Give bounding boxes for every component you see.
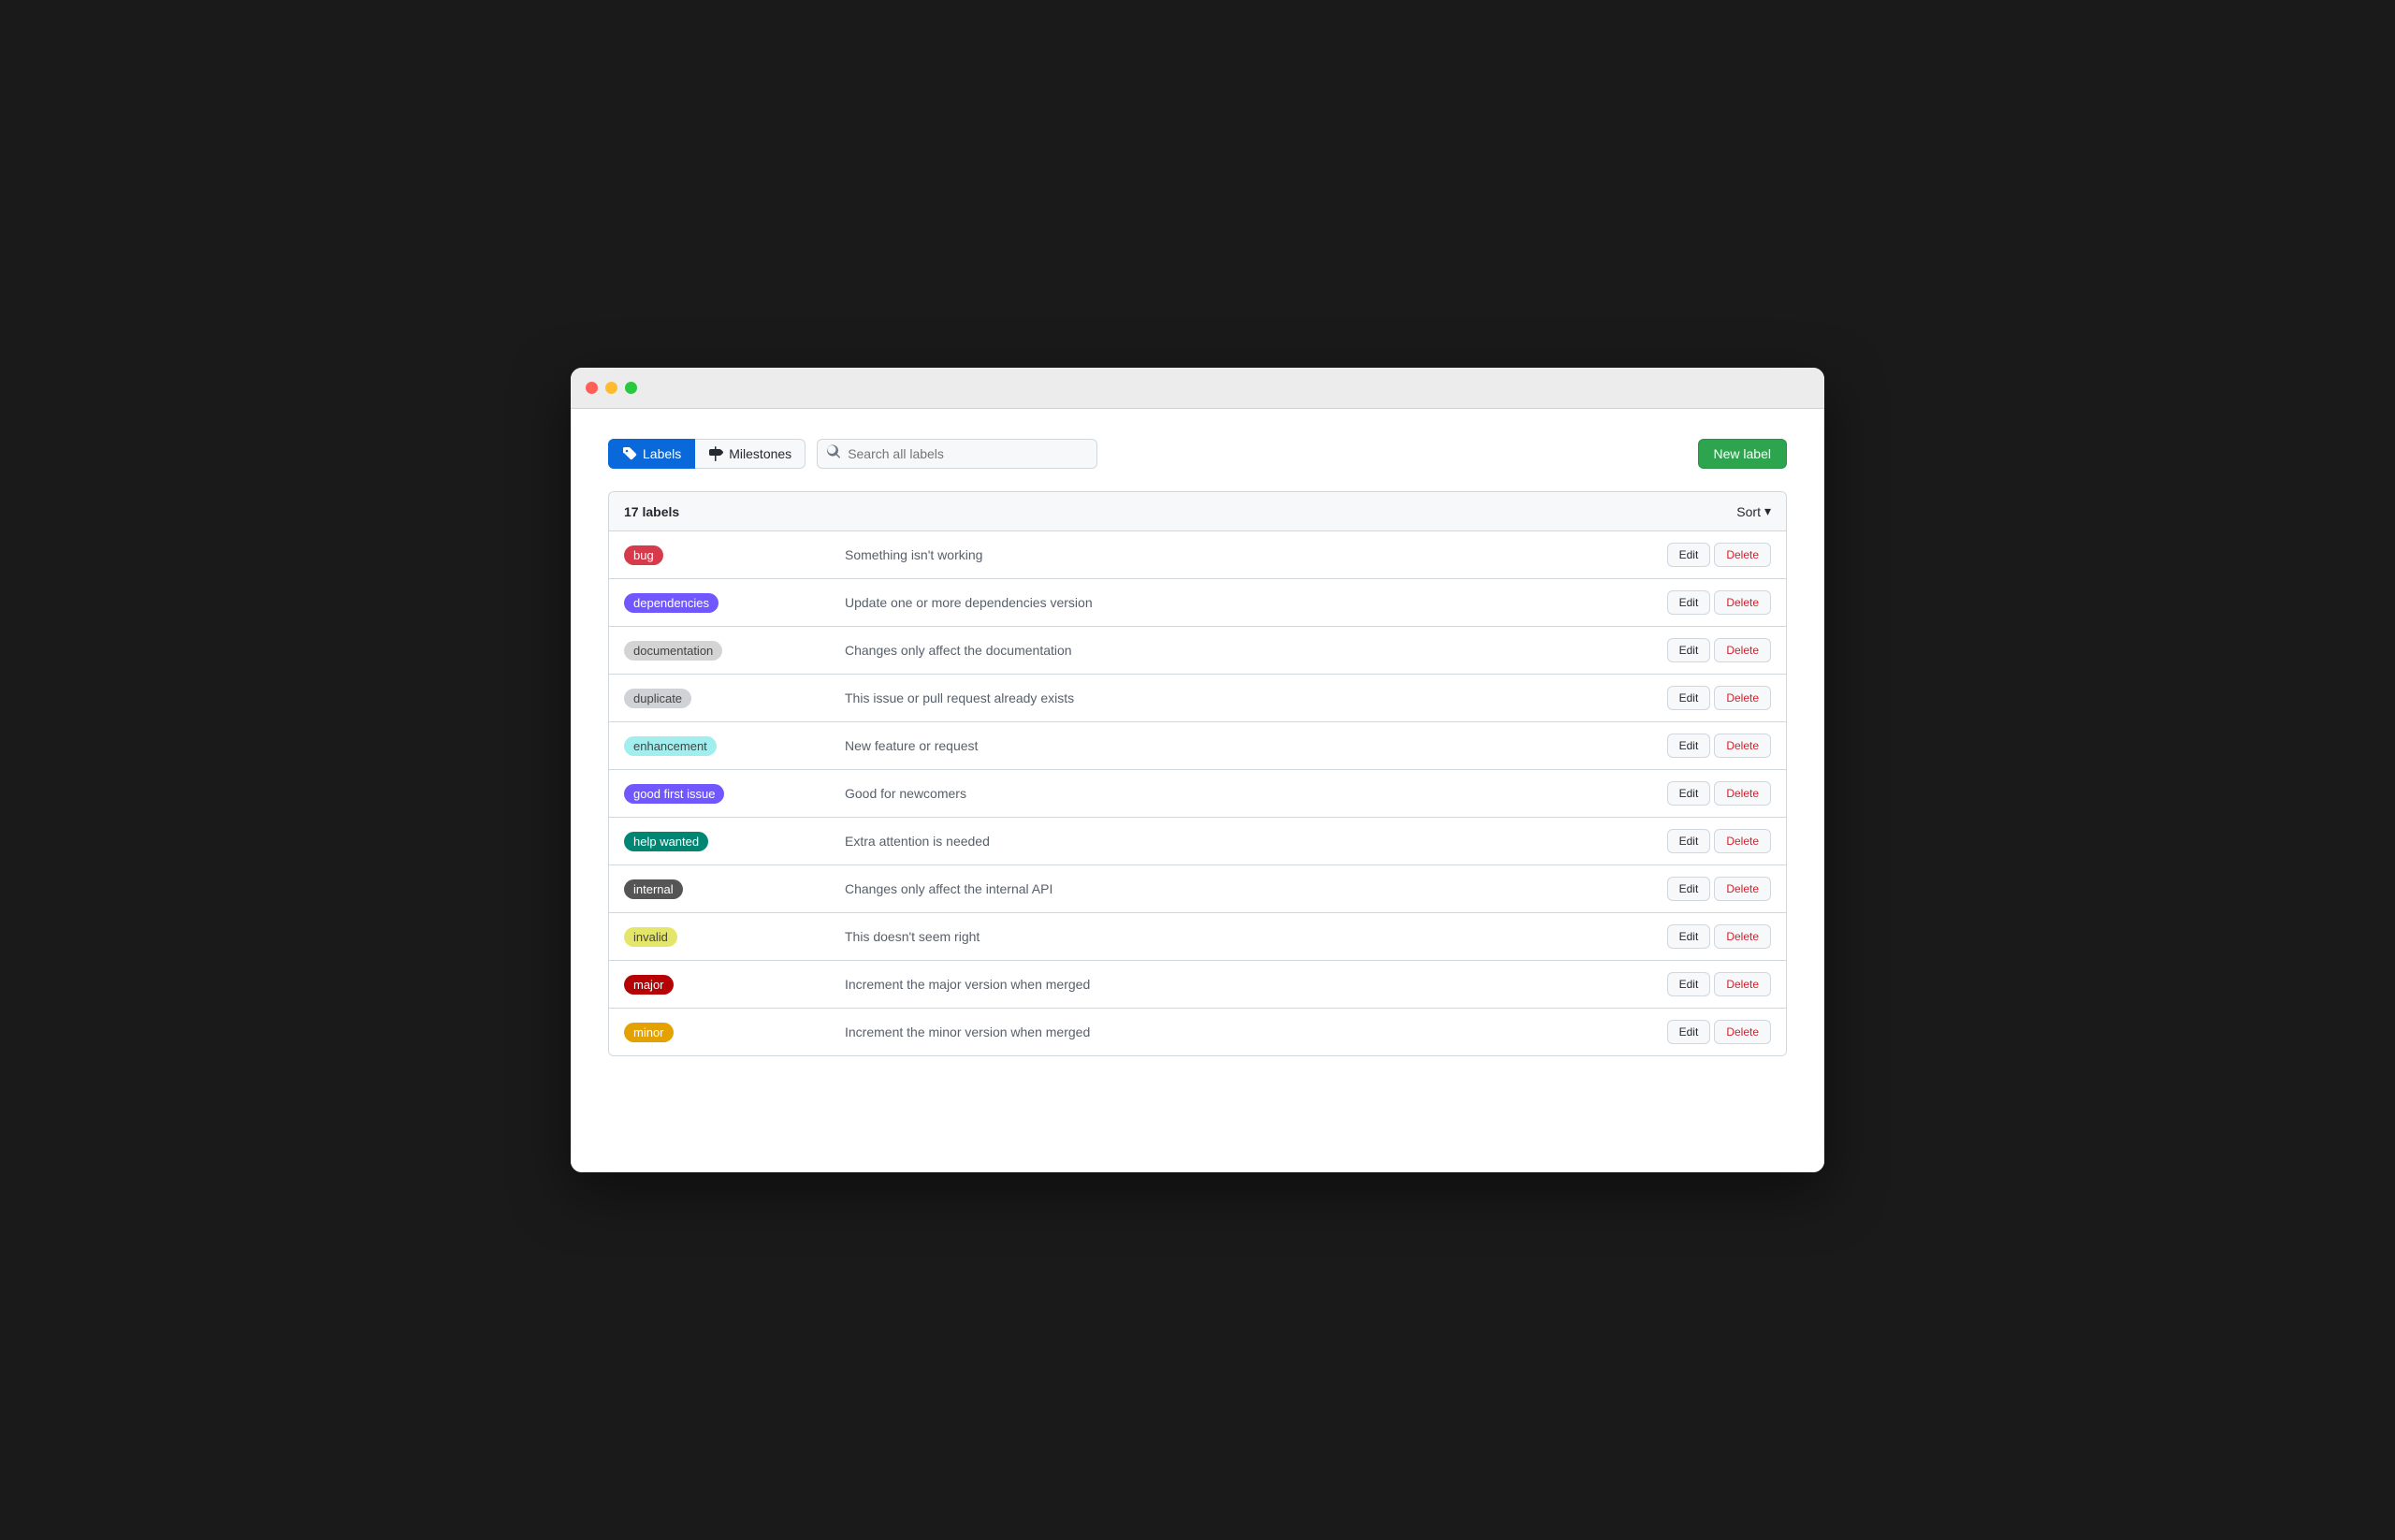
label-description: Extra attention is needed bbox=[830, 834, 1667, 849]
label-cell: enhancement bbox=[624, 736, 830, 756]
delete-button[interactable]: Delete bbox=[1714, 829, 1771, 853]
delete-button[interactable]: Delete bbox=[1714, 781, 1771, 806]
close-button[interactable] bbox=[586, 382, 598, 394]
label-cell: internal bbox=[624, 879, 830, 899]
label-description: Something isn't working bbox=[830, 547, 1667, 562]
search-wrapper bbox=[817, 439, 1097, 469]
label-row: major Increment the major version when m… bbox=[609, 961, 1786, 1009]
label-badge: dependencies bbox=[624, 593, 718, 613]
label-badge: major bbox=[624, 975, 674, 995]
sort-arrow-icon: ▾ bbox=[1764, 503, 1771, 519]
delete-button[interactable]: Delete bbox=[1714, 638, 1771, 662]
label-actions: Edit Delete bbox=[1667, 590, 1771, 615]
label-cell: dependencies bbox=[624, 593, 830, 613]
label-actions: Edit Delete bbox=[1667, 638, 1771, 662]
delete-button[interactable]: Delete bbox=[1714, 924, 1771, 949]
label-badge: duplicate bbox=[624, 689, 691, 708]
label-description: This issue or pull request already exist… bbox=[830, 690, 1667, 705]
label-cell: good first issue bbox=[624, 784, 830, 804]
label-actions: Edit Delete bbox=[1667, 781, 1771, 806]
labels-table: 17 labels Sort ▾ bug Something isn't wor… bbox=[608, 491, 1787, 1056]
titlebar bbox=[571, 368, 1824, 409]
label-row: duplicate This issue or pull request alr… bbox=[609, 675, 1786, 722]
delete-button[interactable]: Delete bbox=[1714, 734, 1771, 758]
toolbar: Labels Milestones New label bbox=[608, 439, 1787, 469]
edit-button[interactable]: Edit bbox=[1667, 734, 1711, 758]
label-actions: Edit Delete bbox=[1667, 734, 1771, 758]
label-row: documentation Changes only affect the do… bbox=[609, 627, 1786, 675]
maximize-button[interactable] bbox=[625, 382, 637, 394]
label-actions: Edit Delete bbox=[1667, 1020, 1771, 1044]
label-row: invalid This doesn't seem right Edit Del… bbox=[609, 913, 1786, 961]
milestones-tab-button[interactable]: Milestones bbox=[695, 439, 806, 469]
label-badge: help wanted bbox=[624, 832, 708, 851]
label-badge: enhancement bbox=[624, 736, 717, 756]
milestones-tab-label: Milestones bbox=[729, 446, 791, 461]
label-actions: Edit Delete bbox=[1667, 543, 1771, 567]
search-input[interactable] bbox=[817, 439, 1097, 469]
labels-count: 17 labels bbox=[624, 504, 679, 519]
label-actions: Edit Delete bbox=[1667, 829, 1771, 853]
label-badge: minor bbox=[624, 1023, 674, 1042]
delete-button[interactable]: Delete bbox=[1714, 877, 1771, 901]
label-actions: Edit Delete bbox=[1667, 972, 1771, 996]
label-badge: good first issue bbox=[624, 784, 724, 804]
edit-button[interactable]: Edit bbox=[1667, 590, 1711, 615]
label-actions: Edit Delete bbox=[1667, 686, 1771, 710]
label-cell: invalid bbox=[624, 927, 830, 947]
label-row: dependencies Update one or more dependen… bbox=[609, 579, 1786, 627]
label-description: New feature or request bbox=[830, 738, 1667, 753]
label-description: Increment the minor version when merged bbox=[830, 1024, 1667, 1039]
new-label-button[interactable]: New label bbox=[1698, 439, 1787, 469]
label-badge: invalid bbox=[624, 927, 677, 947]
label-cell: help wanted bbox=[624, 832, 830, 851]
edit-button[interactable]: Edit bbox=[1667, 1020, 1711, 1044]
labels-table-header: 17 labels Sort ▾ bbox=[609, 492, 1786, 531]
label-description: Update one or more dependencies version bbox=[830, 595, 1667, 610]
label-cell: minor bbox=[624, 1023, 830, 1042]
main-window: Labels Milestones New label bbox=[571, 368, 1824, 1172]
label-description: This doesn't seem right bbox=[830, 929, 1667, 944]
label-cell: bug bbox=[624, 545, 830, 565]
main-content: Labels Milestones New label bbox=[571, 409, 1824, 1172]
label-row: minor Increment the minor version when m… bbox=[609, 1009, 1786, 1055]
label-cell: major bbox=[624, 975, 830, 995]
label-row: help wanted Extra attention is needed Ed… bbox=[609, 818, 1786, 865]
milestones-icon bbox=[708, 446, 723, 461]
edit-button[interactable]: Edit bbox=[1667, 972, 1711, 996]
label-description: Changes only affect the documentation bbox=[830, 643, 1667, 658]
label-badge: internal bbox=[624, 879, 683, 899]
delete-button[interactable]: Delete bbox=[1714, 972, 1771, 996]
labels-tab-button[interactable]: Labels bbox=[608, 439, 695, 469]
label-row: enhancement New feature or request Edit … bbox=[609, 722, 1786, 770]
labels-tab-label: Labels bbox=[643, 446, 681, 461]
edit-button[interactable]: Edit bbox=[1667, 781, 1711, 806]
delete-button[interactable]: Delete bbox=[1714, 590, 1771, 615]
label-actions: Edit Delete bbox=[1667, 877, 1771, 901]
labels-tab-icon bbox=[622, 446, 637, 461]
edit-button[interactable]: Edit bbox=[1667, 924, 1711, 949]
label-cell: documentation bbox=[624, 641, 830, 661]
delete-button[interactable]: Delete bbox=[1714, 1020, 1771, 1044]
sort-button[interactable]: Sort ▾ bbox=[1736, 503, 1771, 519]
delete-button[interactable]: Delete bbox=[1714, 543, 1771, 567]
edit-button[interactable]: Edit bbox=[1667, 543, 1711, 567]
edit-button[interactable]: Edit bbox=[1667, 877, 1711, 901]
edit-button[interactable]: Edit bbox=[1667, 829, 1711, 853]
label-row: bug Something isn't working Edit Delete bbox=[609, 531, 1786, 579]
label-cell: duplicate bbox=[624, 689, 830, 708]
label-row: internal Changes only affect the interna… bbox=[609, 865, 1786, 913]
label-rows-container: bug Something isn't working Edit Delete … bbox=[609, 531, 1786, 1055]
label-description: Good for newcomers bbox=[830, 786, 1667, 801]
label-row: good first issue Good for newcomers Edit… bbox=[609, 770, 1786, 818]
minimize-button[interactable] bbox=[605, 382, 617, 394]
delete-button[interactable]: Delete bbox=[1714, 686, 1771, 710]
label-description: Changes only affect the internal API bbox=[830, 881, 1667, 896]
edit-button[interactable]: Edit bbox=[1667, 686, 1711, 710]
label-actions: Edit Delete bbox=[1667, 924, 1771, 949]
label-badge: bug bbox=[624, 545, 663, 565]
label-badge: documentation bbox=[624, 641, 722, 661]
label-description: Increment the major version when merged bbox=[830, 977, 1667, 992]
edit-button[interactable]: Edit bbox=[1667, 638, 1711, 662]
